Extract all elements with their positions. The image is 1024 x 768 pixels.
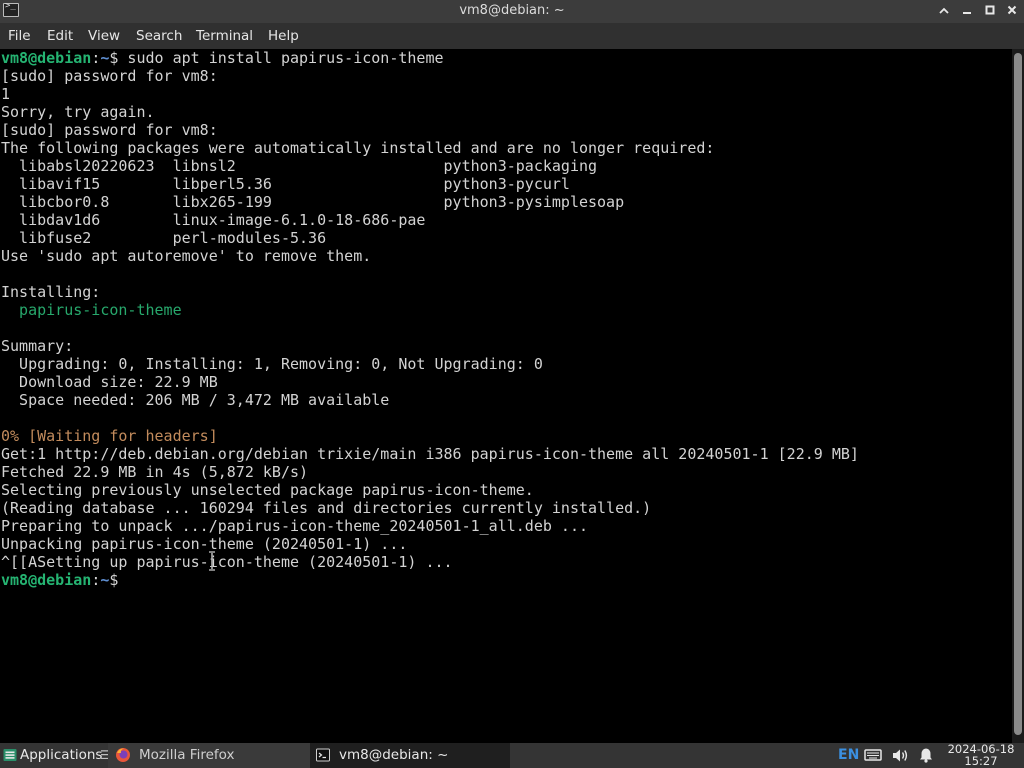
- terminal-output-block: [sudo] password for vm8: 1 Sorry, try agai…: [0, 67, 1012, 301]
- terminal-scrollbar[interactable]: [1012, 49, 1024, 743]
- scrollbar-thumb[interactable]: [1014, 53, 1022, 735]
- terminal-line: The following packages were automaticall…: [1, 139, 715, 157]
- prompt-separator: :: [91, 49, 101, 67]
- menu-edit[interactable]: Edit: [47, 28, 73, 44]
- prompt-separator: :: [91, 571, 101, 589]
- terminal-line: Use 'sudo apt autoremove' to remove them…: [1, 247, 372, 265]
- summary-line: Space needed: 206 MB / 3,472 MB availabl…: [1, 391, 390, 409]
- clock[interactable]: 2024-06-18 15:27: [946, 743, 1016, 767]
- terminal-prompt-line[interactable]: vm8@debian:~$: [0, 571, 1012, 589]
- menu-terminal[interactable]: Terminal: [196, 28, 253, 44]
- menu-help[interactable]: Help: [268, 28, 299, 44]
- notification-bell-icon[interactable]: [918, 747, 934, 763]
- terminal-line: Sorry, try again.: [1, 103, 155, 121]
- applications-menu-button[interactable]: Applications ☰: [0, 743, 111, 768]
- chevron-up-icon: [939, 7, 949, 14]
- terminal-output[interactable]: vm8@debian:~$ sudo apt install papirus-i…: [0, 49, 1012, 743]
- close-icon: [1007, 5, 1017, 15]
- keyboard-layout-indicator[interactable]: EN: [838, 747, 859, 763]
- waiting-status-line: 0% [Waiting for headers]: [1, 427, 218, 445]
- terminal-line: libfuse2 perl-modules-5.36: [1, 229, 327, 247]
- terminal-line: Selecting previously unselected package …: [1, 481, 534, 499]
- minimize-button[interactable]: [957, 1, 977, 21]
- terminal-icon: [316, 748, 330, 762]
- maximize-button[interactable]: [980, 1, 1000, 21]
- terminal-command: sudo apt install papirus-icon-theme: [118, 49, 444, 67]
- summary-line: [0, 409, 1012, 427]
- terminal-line: libdav1d6 linux-image-6.1.0-18-686-pae: [1, 211, 426, 229]
- terminal-line: ^[[ASetting up papirus-icon-theme (20240…: [1, 553, 453, 571]
- prompt-user: vm8@debian: [1, 49, 92, 67]
- terminal-line: Installing:: [1, 283, 101, 301]
- summary-line: Upgrading: 0, Installing: 1, Removing: 0…: [1, 355, 543, 373]
- summary-line: Download size: 22.9 MB: [1, 373, 218, 391]
- terminal-taskbar-label: vm8@debian: ~: [339, 747, 449, 763]
- terminal-line: [sudo] password for vm8:: [1, 67, 218, 85]
- terminal-line: [sudo] password for vm8:: [1, 121, 218, 139]
- progress-output-block: Get:1 http://deb.debian.org/debian trixi…: [0, 445, 1012, 571]
- taskbar-item-firefox[interactable]: Mozilla Firefox: [108, 743, 310, 768]
- menu-view[interactable]: View: [88, 28, 120, 44]
- text-cursor-icon: [209, 551, 215, 571]
- summary-line: [0, 319, 1012, 337]
- summary-block: Summary: Upgrading: 0, Installing: 1, Re…: [0, 319, 1012, 427]
- taskbar-item-terminal[interactable]: vm8@debian: ~: [310, 743, 510, 768]
- prompt-symbol: $: [109, 571, 119, 589]
- minimize-icon: [963, 12, 971, 14]
- installing-package-line: papirus-icon-theme: [1, 301, 182, 319]
- terminal-line: 1: [1, 85, 11, 103]
- terminal-line: Fetched 22.9 MB in 4s (5,872 kB/s): [1, 463, 309, 481]
- firefox-label: Mozilla Firefox: [139, 747, 235, 763]
- applications-menu-icon: [3, 749, 17, 761]
- terminal-line: libcbor0.8 libx265-199 python3-pysimples…: [1, 193, 625, 211]
- terminal-line: libavif15 libperl5.36 python3-pycurl: [1, 175, 570, 193]
- terminal-command-line: vm8@debian:~$ sudo apt install papirus-i…: [0, 49, 1012, 67]
- terminal-line: Preparing to unpack .../papirus-icon-the…: [1, 517, 588, 535]
- summary-line: Summary:: [1, 337, 74, 355]
- terminal-line: Unpacking papirus-icon-theme (20240501-1…: [1, 535, 408, 553]
- menu-bar: File Edit View Search Terminal Help: [0, 23, 1024, 49]
- clock-time: 15:27: [964, 754, 998, 768]
- terminal-line: (Reading database ... 160294 files and d…: [1, 499, 652, 517]
- applications-label: Applications: [20, 747, 103, 763]
- firefox-icon: [116, 748, 130, 762]
- window-titlebar[interactable]: vm8@debian: ~: [0, 0, 1024, 23]
- prompt-user: vm8@debian: [1, 571, 92, 589]
- terminal-line: Get:1 http://deb.debian.org/debian trixi…: [1, 445, 859, 463]
- shade-window-button[interactable]: [934, 1, 954, 21]
- close-button[interactable]: [1002, 1, 1022, 21]
- maximize-icon: [985, 5, 995, 15]
- terminal-line: libabsl20220623 libnsl2 python3-packagin…: [1, 157, 598, 175]
- menu-file[interactable]: File: [8, 28, 31, 44]
- menu-search[interactable]: Search: [136, 28, 182, 44]
- taskbar: Applications ☰ Mozilla Firefox vm8@debia…: [0, 743, 1024, 768]
- window-title: vm8@debian: ~: [459, 3, 565, 18]
- keyboard-icon[interactable]: [864, 748, 882, 762]
- volume-icon[interactable]: [892, 748, 910, 763]
